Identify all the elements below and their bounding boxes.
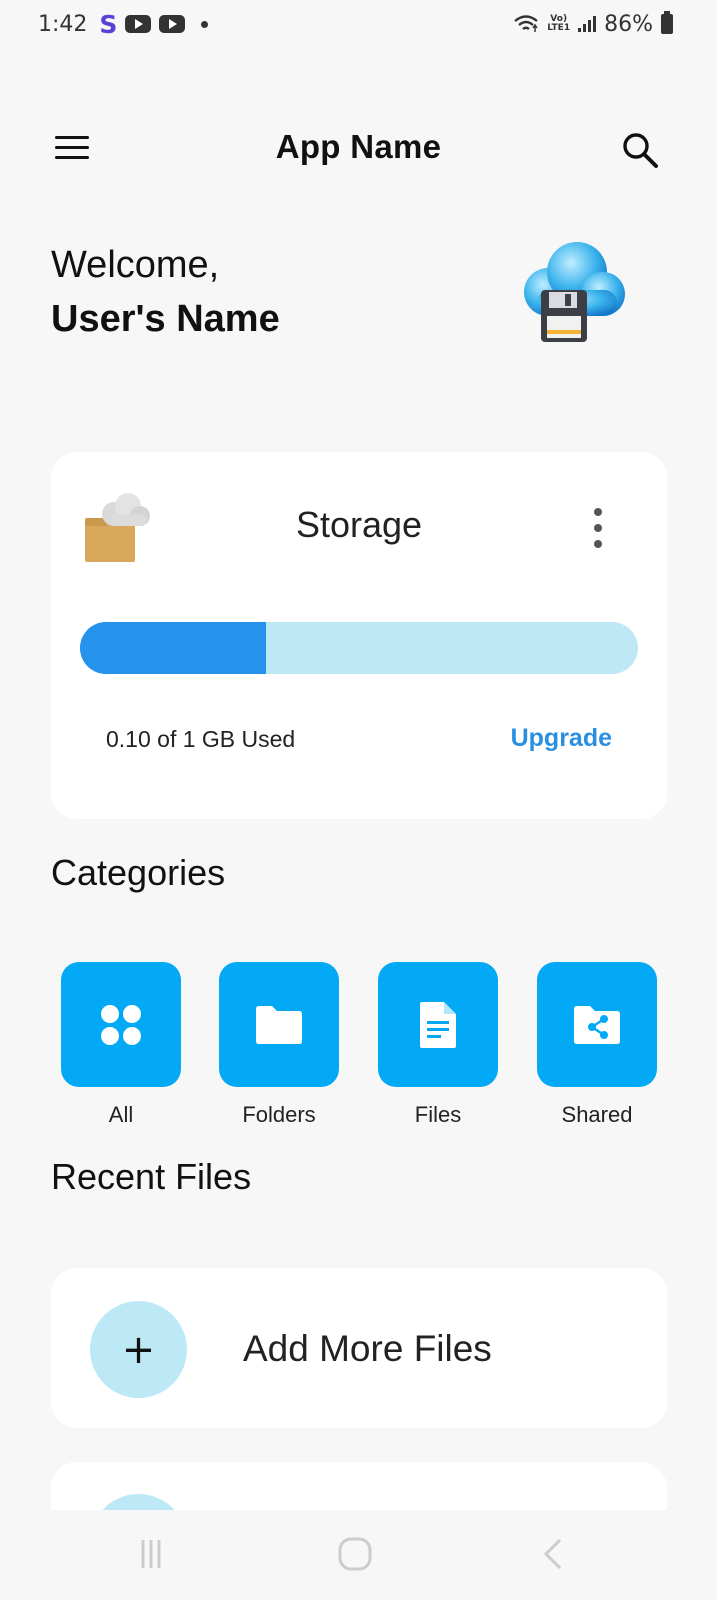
battery-icon bbox=[661, 11, 673, 34]
storage-progress-bar bbox=[80, 622, 638, 674]
storage-usage-text: 0.10 of 1 GB Used bbox=[106, 726, 296, 752]
volte-lte-icon: Vo) LTE1 bbox=[547, 15, 570, 33]
categories-heading: Categories bbox=[51, 852, 226, 893]
category-label: Shared bbox=[561, 1102, 633, 1127]
search-icon[interactable] bbox=[620, 130, 660, 170]
youtube-notification-icon bbox=[125, 15, 152, 33]
status-bar: 1:42 S Vo) LTE1 86% bbox=[0, 0, 717, 48]
category-shared[interactable]: Shared bbox=[527, 962, 667, 1132]
app-bar: App Name bbox=[0, 118, 717, 178]
category-files[interactable]: Files bbox=[368, 962, 508, 1132]
user-name: User's Name bbox=[51, 298, 280, 340]
battery-percent: 86% bbox=[604, 11, 653, 37]
app-title: App Name bbox=[275, 128, 442, 165]
upgrade-button[interactable]: Upgrade bbox=[511, 724, 612, 753]
lte-label: LTE1 bbox=[547, 23, 571, 33]
category-files-tile bbox=[378, 962, 498, 1087]
file-thumbnail-circle bbox=[90, 1494, 187, 1510]
categories-row: All Folders Files Shared bbox=[51, 962, 667, 1132]
add-more-files-card[interactable]: + Add More Files bbox=[51, 1268, 667, 1428]
storage-progress-fill bbox=[80, 622, 267, 674]
category-folders[interactable]: Folders bbox=[209, 962, 349, 1132]
youtube-notification-icon bbox=[159, 15, 186, 33]
grid-icon bbox=[101, 1004, 141, 1045]
category-all[interactable]: All bbox=[51, 962, 191, 1132]
shared-folder-icon bbox=[574, 1005, 620, 1044]
signal-strength-icon bbox=[578, 16, 597, 32]
more-options-icon[interactable] bbox=[589, 508, 607, 548]
system-navigation-bar bbox=[0, 1510, 717, 1600]
back-icon[interactable] bbox=[538, 1534, 578, 1574]
recent-file-card[interactable] bbox=[51, 1462, 667, 1510]
more-notifications-dot-icon bbox=[201, 20, 209, 28]
wifi-icon bbox=[514, 15, 539, 32]
cloud-floppy-icon bbox=[524, 242, 625, 342]
category-label: Files bbox=[414, 1102, 462, 1127]
recent-apps-icon[interactable] bbox=[135, 1534, 175, 1574]
recent-files-heading: Recent Files bbox=[51, 1156, 252, 1197]
folder-icon bbox=[256, 1005, 302, 1044]
document-icon bbox=[420, 1001, 456, 1048]
category-label: Folders bbox=[242, 1102, 316, 1127]
status-time: 1:42 bbox=[38, 11, 88, 37]
screen: 1:42 S Vo) LTE1 86% App Name Welcome, Us… bbox=[0, 0, 717, 1600]
add-more-files-label: Add More Files bbox=[243, 1328, 492, 1369]
status-bar-right: Vo) LTE1 86% bbox=[513, 11, 673, 37]
add-icon: + bbox=[90, 1301, 187, 1398]
welcome-greeting: Welcome, bbox=[51, 244, 220, 286]
category-label: All bbox=[108, 1102, 134, 1127]
category-folders-tile bbox=[219, 962, 339, 1087]
storage-card: Storage 0.10 of 1 GB Used Upgrade bbox=[51, 452, 667, 819]
category-shared-tile bbox=[537, 962, 657, 1087]
s-app-notification-icon: S bbox=[99, 9, 118, 39]
category-all-tile bbox=[61, 962, 181, 1087]
storage-title: Storage bbox=[295, 504, 423, 545]
status-bar-left: 1:42 S bbox=[38, 9, 209, 39]
home-icon[interactable] bbox=[335, 1534, 375, 1574]
